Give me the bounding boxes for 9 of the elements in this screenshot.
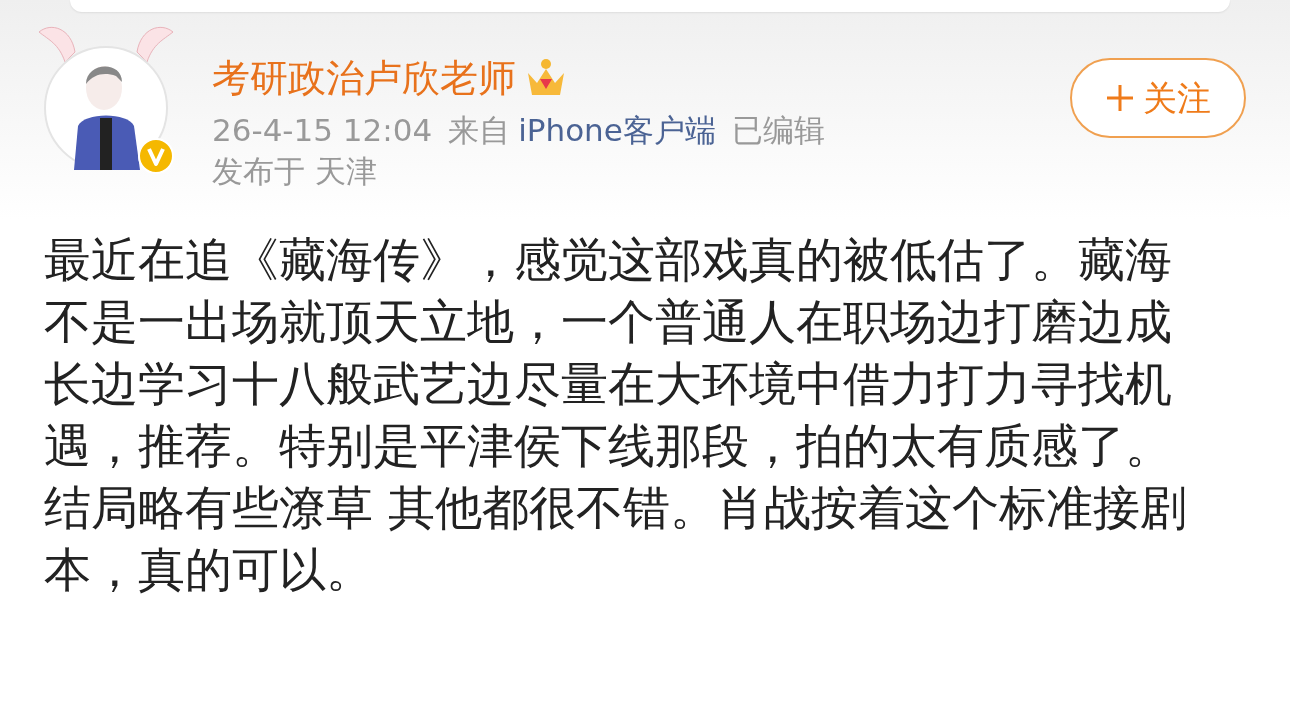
post-location: 发布于 天津: [212, 152, 378, 192]
follow-button[interactable]: 关注: [1070, 58, 1246, 138]
source-prefix: 来自: [448, 110, 511, 150]
plus-icon: [1105, 83, 1135, 113]
edited-label[interactable]: 已编辑: [731, 109, 825, 152]
post-time: 26-4-15 12:04: [212, 110, 433, 150]
author-name[interactable]: 考研政治卢欣老师: [212, 56, 516, 102]
source-link[interactable]: iPhone客户端: [518, 109, 716, 152]
post-text: 最近在追《藏海传》，感觉这部戏真的被低估了。藏海不是一出场就顶天立地，一个普通人在职场边打磨边成长边学习十八般武艺边尽量在大环境中借力打力寻找机遇，推荐。特别是平津侯下线那段，拍的太有质感了。结局略有些潦草 其他都很不错。肖战按着这个标准接剧本，真的可以。: [43, 231, 1188, 600]
